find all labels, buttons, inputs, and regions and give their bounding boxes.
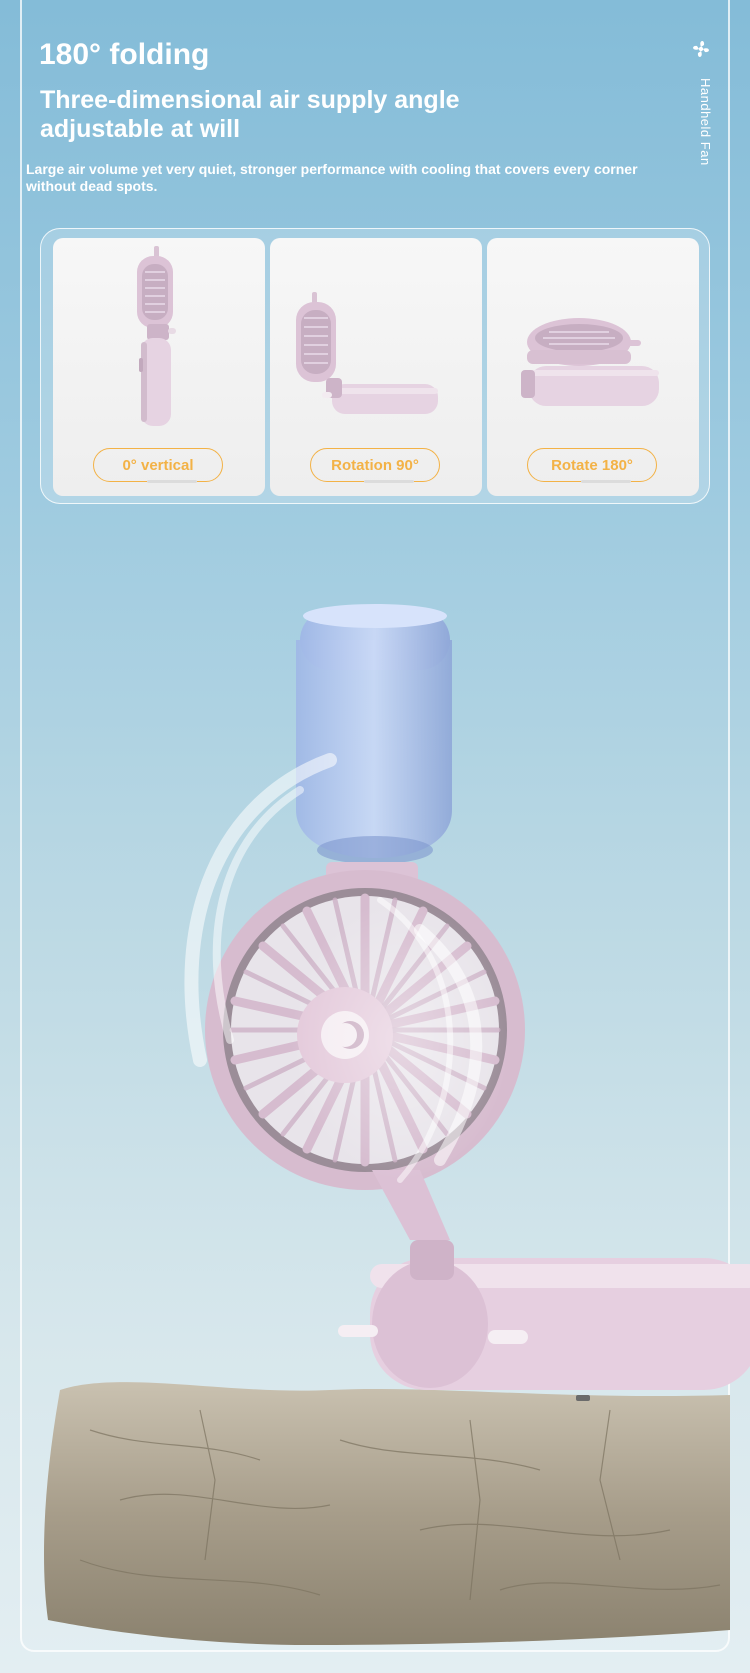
page-subtitle: Three-dimensional air supply angle adjus… — [40, 86, 460, 143]
fan-handle — [338, 1240, 750, 1401]
hero-fan-illustration — [44, 604, 750, 1646]
mode-label-vertical: 0° vertical — [93, 448, 223, 482]
mode-card-rotation-90: Rotation 90° — [270, 238, 482, 496]
water-bottle — [296, 604, 452, 888]
feature-description: Large air volume yet very quiet, stronge… — [26, 161, 638, 194]
mode-label-rotation-90: Rotation 90° — [310, 448, 440, 482]
pill-shadow — [147, 480, 197, 483]
mode-card-vertical: 0° vertical — [53, 238, 265, 496]
airflow-glow — [290, 900, 510, 1180]
rock — [44, 1382, 730, 1646]
brand-label: Handheld Fan — [698, 78, 713, 166]
mode-card-rotate-180: Rotate 180° — [487, 238, 699, 496]
fan-icon — [693, 41, 709, 57]
mode-label-rotate-180: Rotate 180° — [527, 448, 657, 482]
pill-shadow — [581, 480, 631, 483]
pill-shadow — [364, 480, 414, 483]
page-title: 180° folding — [39, 38, 210, 71]
